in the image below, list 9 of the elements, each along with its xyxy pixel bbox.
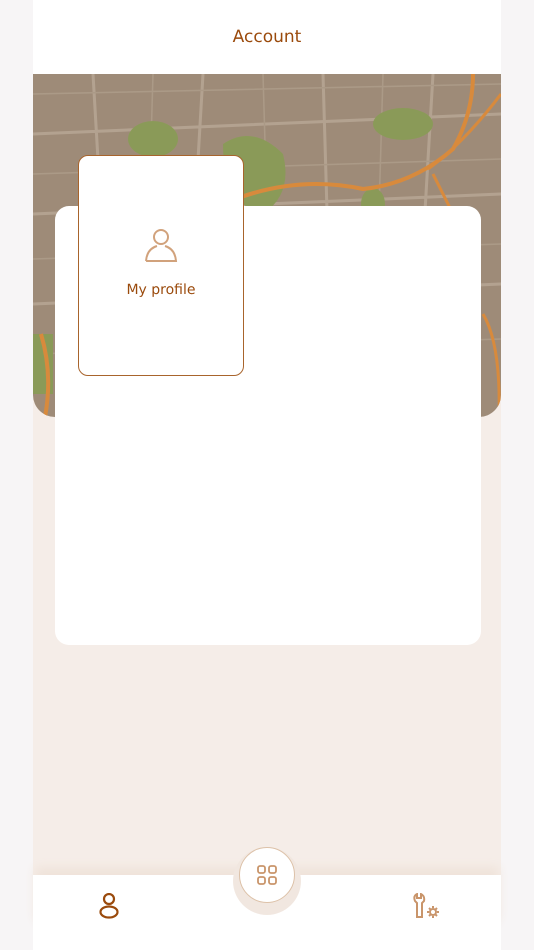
grid-icon [257,865,277,885]
profile-card[interactable]: My profile [78,155,244,376]
person-icon [99,893,119,919]
page-title: Account [232,27,302,47]
wrench-gear-icon [413,893,439,919]
tools-tab[interactable] [413,893,439,919]
profile-tab[interactable] [99,893,119,919]
person-icon [144,228,178,262]
card-label: My profile [126,282,196,298]
